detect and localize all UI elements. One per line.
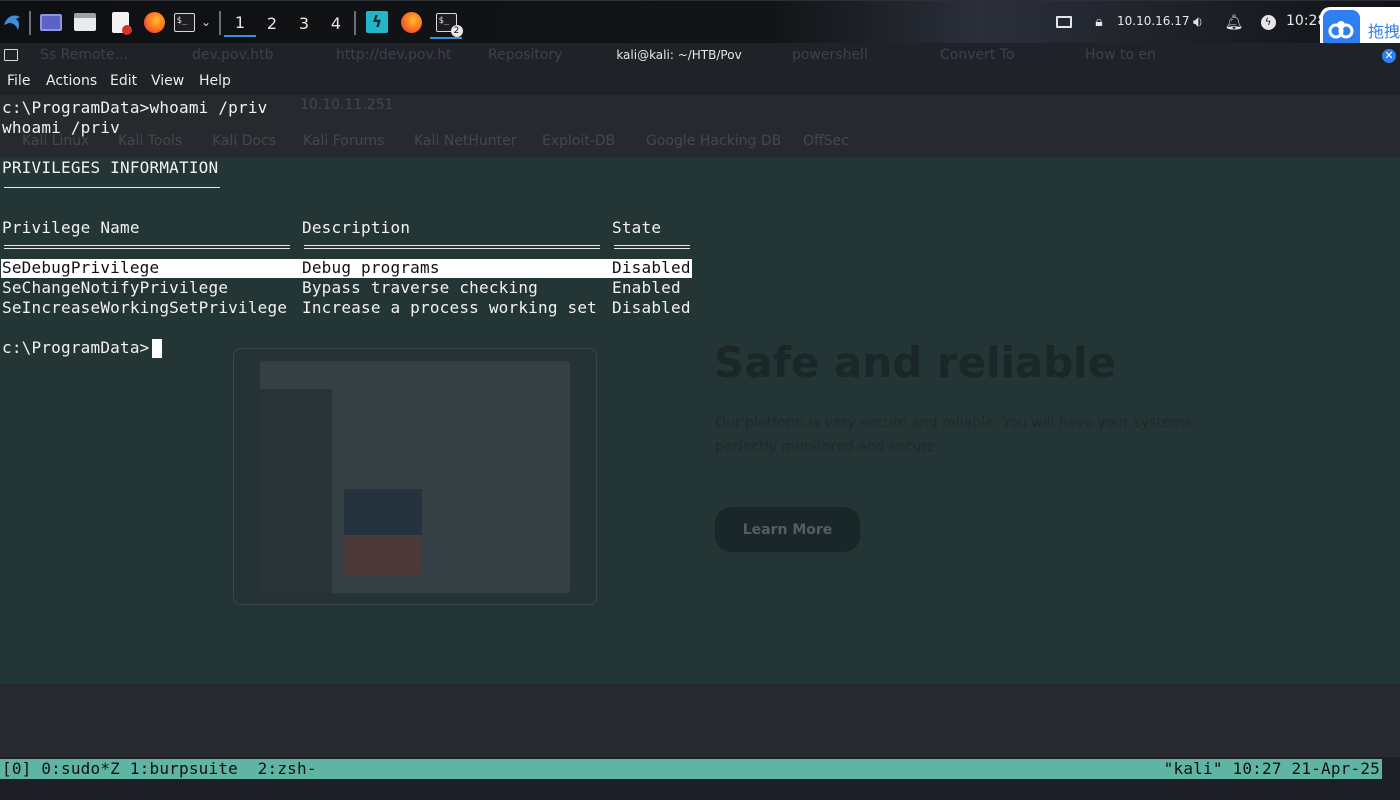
chevron-down-icon[interactable]: ⌄ [198,10,214,34]
ghost-url: 10.10.11.251 [300,97,394,113]
menu-bar: File Actions Edit View Help [0,68,1400,95]
privilege-name: SeChangeNotifyPrivilege [2,278,229,297]
panel-separator [219,11,221,35]
window-title: kali@kali: ~/HTB/Pov [616,48,742,62]
ip-address: 10.10.16.17 [1117,14,1190,28]
close-icon[interactable]: ✕ [1382,49,1396,63]
ghost-bookmark: Kali Tools [118,133,183,149]
ghost-hero-text: Our platform is very secure and reliable… [715,415,1192,431]
workspace-1[interactable]: 1 [224,9,256,37]
burpsuite-icon[interactable]: ϟ [365,10,389,34]
privilege-name: SeIncreaseWorkingSetPrivilege [2,298,288,317]
command-echo: whoami /priv [2,118,120,137]
privilege-state: Disabled [612,258,691,277]
tmux-status-bar: [0] 0:sudo*Z 1:burpsuite 2:zsh- "kali" 1… [0,759,1382,779]
volume-icon[interactable]: 🔉︎ [1188,10,1208,34]
text-editor-icon[interactable] [107,10,133,35]
kali-menu-icon[interactable] [0,10,24,34]
desktop-icon[interactable] [38,10,64,34]
display-icon[interactable] [1054,10,1074,34]
menu-edit[interactable]: Edit [110,73,137,89]
privilege-description: Increase a process working set [302,298,597,317]
ghost-bookmark: Kali NetHunter [414,133,517,149]
widget-label: 拖拽 [1367,22,1400,41]
terminal-area[interactable]: 10.10.11.251 Kali Linux Kali Tools Kali … [0,95,1400,757]
command-line: c:\ProgramData>whoami /priv [2,98,268,117]
network-lock-icon[interactable]: 🔒︎ [1090,10,1108,34]
panel-separator [354,11,356,35]
privilege-state: Enabled [612,278,681,297]
file-manager-icon[interactable] [72,10,98,34]
privilege-state: Disabled [612,298,691,317]
ghost-bookmark: Kali Forums [303,133,385,149]
power-icon[interactable]: ϟ [1259,10,1277,34]
privilege-name: SeDebugPrivilege [2,258,160,277]
column-header-description: Description [302,218,411,237]
menu-actions[interactable]: Actions [46,73,97,89]
menu-help[interactable]: Help [199,73,231,89]
column-divider [4,245,290,249]
firefox-window-icon[interactable] [398,10,424,34]
section-underline [4,187,220,188]
tmux-host-time: "kali" 10:27 21-Apr-25 [1163,759,1380,778]
text-cursor [152,339,162,358]
firefox-icon[interactable] [141,10,167,34]
column-divider [304,245,600,249]
menu-view[interactable]: View [151,73,184,89]
section-title: PRIVILEGES INFORMATION [2,158,219,177]
tmux-window-list[interactable]: [0] 0:sudo*Z 1:burpsuite 2:zsh- [2,759,317,779]
ghost-hero-text: perfectly monitored and secure. [715,439,940,455]
workspace-2[interactable]: 2 [256,9,288,37]
window-count-badge: 2 [450,24,463,37]
ghost-bookmark: OffSec [803,133,849,149]
workspace-3[interactable]: 3 [288,9,320,37]
active-window-indicator [430,37,462,39]
column-header-state: State [612,218,662,237]
workspace-4[interactable]: 4 [320,9,352,37]
ghost-tablet-image [233,348,597,605]
window-titlebar[interactable]: Ss Remote... dev.pov.htb http://dev.pov.… [0,43,1400,106]
top-panel: $_ ⌄ 1 2 3 4 ϟ $_ 2 🔒︎ 10.10.16.17 🔉︎ 🔔︎… [0,0,1400,43]
notification-bell-icon[interactable]: 🔔︎ [1224,10,1243,34]
shell-prompt: c:\ProgramData> [2,338,150,357]
privilege-description: Debug programs [302,258,440,277]
menu-file[interactable]: File [7,73,30,89]
terminal-launcher-icon[interactable]: $_ [172,10,196,34]
privilege-description: Bypass traverse checking [302,278,538,297]
column-header-privilege: Privilege Name [2,218,140,237]
panel-separator [29,11,31,35]
terminal-window-icon[interactable]: $_ 2 [432,10,463,37]
column-divider [614,245,690,249]
ghost-learn-more-button: Learn More [715,507,860,552]
ghost-bookmark: Google Hacking DB [646,133,782,149]
ghost-hero-title: Safe and reliable [714,338,1117,387]
ghost-bookmark: Exploit-DB [542,133,616,149]
ghost-bookmark: Kali Docs [212,133,277,149]
